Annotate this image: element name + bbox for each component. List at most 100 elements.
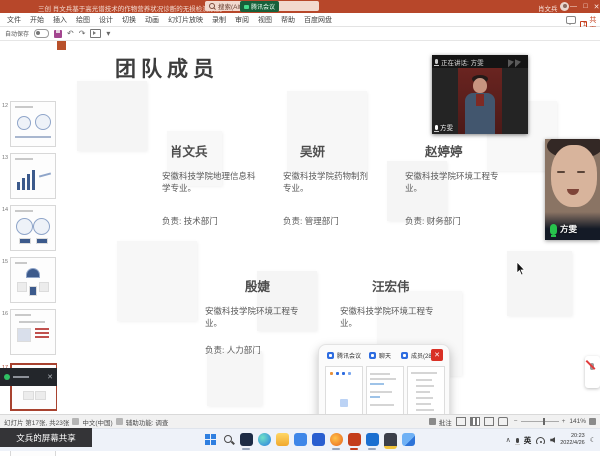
meeting-mini-toolbar[interactable]: ✕ (0, 368, 57, 386)
comments-icon[interactable] (566, 16, 576, 24)
proofing-icon[interactable] (72, 418, 79, 425)
mail-icon[interactable] (294, 433, 307, 446)
close-icon[interactable]: ✕ (47, 373, 53, 381)
preview-item-chat[interactable]: 聊天 (369, 351, 391, 360)
thumb-number: 15 (2, 259, 8, 265)
zoom-slider-thumb[interactable] (543, 418, 546, 425)
preview-item-meeting[interactable]: 腾讯会议 (327, 351, 361, 360)
tab-slideshow[interactable]: 幻灯片放映 (168, 15, 203, 25)
member-card: 肖文兵 安徽科技学院地理信息科学专业。 负责: 技术部门 (162, 141, 262, 227)
ribbon-tab-row: 文件 开始 插入 绘图 设计 切换 动画 幻灯片放映 录制 审阅 视图 帮助 百… (0, 13, 600, 27)
quick-access-toolbar: 自动保存 ↶ ↷ ▾ (0, 27, 600, 41)
member-name: 吴妍 (300, 141, 371, 160)
qat-customize-icon[interactable]: ▾ (106, 30, 110, 38)
member-card: 吴妍 安徽科技学院药物制剂专业。 负责: 管理部门 (283, 141, 371, 227)
photos-icon[interactable] (402, 433, 415, 446)
tab-baidu-netdisk[interactable]: 百度网盘 (304, 15, 332, 25)
fit-to-window-icon[interactable] (589, 418, 596, 425)
notification-moon-icon[interactable]: ☾ (590, 436, 596, 444)
tab-insert[interactable]: 插入 (53, 15, 67, 25)
tencent-meeting-app-icon[interactable] (240, 433, 253, 446)
member-role: 负责: 人力部门 (205, 344, 305, 356)
undo-icon[interactable]: ↶ (67, 30, 74, 38)
taskbar-clock[interactable]: 20:23 2022/4/26 (560, 433, 584, 447)
autosave-toggle[interactable] (34, 29, 49, 38)
speaker-video-window[interactable]: 正在讲话: 方雯 方雯 (432, 55, 528, 134)
slide-thumbnail-14[interactable] (10, 205, 56, 251)
tab-file[interactable]: 文件 (7, 15, 21, 25)
screen-share-label-text: 文兵的屏幕共享 (16, 432, 76, 444)
thumb-number: 14 (2, 207, 8, 213)
save-icon[interactable] (54, 30, 62, 38)
member-card: 赵婷婷 安徽科技学院环境工程专业。 负责: 财务部门 (405, 141, 505, 227)
thumb-number: 12 (2, 103, 8, 109)
firefox-icon[interactable] (330, 433, 343, 446)
start-button[interactable] (204, 433, 217, 446)
mic-icon (435, 125, 438, 130)
language-status[interactable]: 中文(中国) (82, 417, 112, 427)
slide-thumbnail-12[interactable] (10, 101, 56, 147)
tab-home[interactable]: 开始 (30, 15, 44, 25)
participant-video-panel[interactable]: 方雯 (545, 139, 600, 240)
ime-indicator[interactable]: 英 (524, 435, 532, 446)
title-bullet (57, 41, 66, 50)
notes-icon (429, 418, 436, 425)
tray-mic-icon[interactable] (516, 438, 519, 443)
tencent-meeting-icon (369, 352, 376, 359)
slide-thumbnail-13[interactable] (10, 153, 56, 199)
mute-indicator[interactable] (585, 356, 600, 388)
tab-transitions[interactable]: 切换 (122, 15, 136, 25)
dictionary-app-icon[interactable] (384, 433, 397, 449)
tab-design[interactable]: 设计 (99, 15, 113, 25)
meeting-status-icon (4, 374, 10, 380)
powerpoint-icon[interactable] (348, 433, 361, 446)
preview-item-members[interactable]: 成员(28) (401, 351, 434, 360)
wifi-icon[interactable] (536, 437, 545, 444)
thumb-number: 16 (2, 311, 8, 317)
reading-view-icon[interactable] (484, 417, 494, 426)
taskbar-search-icon[interactable] (222, 433, 235, 446)
accessibility-icon (116, 418, 123, 425)
redo-icon[interactable]: ↷ (79, 30, 86, 38)
preview-close-button[interactable]: ✕ (431, 349, 443, 361)
meeting-badge-label: 腾讯会议 (251, 2, 275, 11)
account-name[interactable]: 肖文兵 (538, 3, 558, 13)
speaker-window-header[interactable]: 正在讲话: 方雯 (432, 55, 528, 68)
zoom-out-icon[interactable]: − (514, 418, 518, 425)
close-button[interactable]: ✕ (590, 0, 600, 13)
accessibility-status[interactable]: 辅助功能: 调查 (126, 417, 169, 427)
edge-icon[interactable] (258, 433, 271, 446)
slide-sorter-view-icon[interactable] (470, 417, 480, 426)
slide-thumbnail-panel: 12 13 14 15 16 17 (0, 41, 58, 414)
tencent-meeting-icon (401, 352, 408, 359)
tab-view[interactable]: 视图 (258, 15, 272, 25)
status-bar: 幻灯片 第17张, 共23张 中文(中国) 辅助功能: 调查 批注 − + 14… (0, 414, 600, 428)
tab-help[interactable]: 帮助 (281, 15, 295, 25)
tab-animations[interactable]: 动画 (145, 15, 159, 25)
member-name: 殷婕 (245, 276, 305, 295)
notes-toggle[interactable]: 批注 (439, 417, 452, 427)
tab-draw[interactable]: 绘图 (76, 15, 90, 25)
tray-time: 20:23 (560, 433, 584, 440)
participant-name: 方雯 (560, 223, 577, 235)
hidden-icons-chevron[interactable]: ∧ (506, 436, 511, 444)
slide-thumbnail-16[interactable] (10, 309, 56, 355)
slide-thumbnail-15[interactable] (10, 257, 56, 303)
zoom-in-icon[interactable]: + (562, 418, 566, 425)
member-role: 负责: 技术部门 (162, 215, 262, 227)
meeting-icon (244, 5, 249, 9)
start-slideshow-icon[interactable] (90, 29, 101, 38)
tab-record[interactable]: 录制 (212, 15, 226, 25)
tencent-meeting-badge[interactable]: 腾讯会议 (240, 1, 279, 12)
tab-review[interactable]: 审阅 (235, 15, 249, 25)
outlook-icon[interactable] (366, 433, 379, 446)
zoom-slider[interactable] (521, 421, 559, 423)
store-icon[interactable] (312, 433, 325, 446)
speaker-video-feed: 方雯 (432, 68, 528, 134)
zoom-level[interactable]: 141% (569, 418, 586, 425)
autosave-label: 自动保存 (5, 29, 29, 38)
volume-icon[interactable] (550, 437, 555, 443)
normal-view-icon[interactable] (456, 417, 466, 426)
file-explorer-icon[interactable] (276, 433, 289, 446)
slideshow-view-icon[interactable] (498, 417, 508, 426)
